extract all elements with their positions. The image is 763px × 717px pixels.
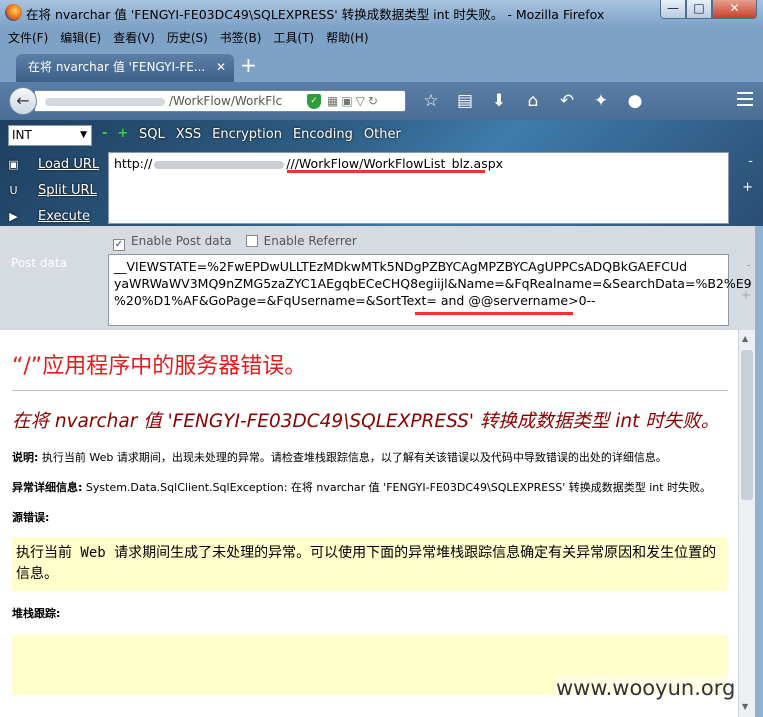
hackbar-panel: INT ▼ -+ SQL XSS Encryption Encoding Oth… (0, 120, 763, 226)
source-error-box: 执行当前 Web 请求期间生成了未处理的异常。可以使用下面的异常堆栈跟踪信息确定… (12, 537, 728, 591)
menu-bar: 文件(F) 编辑(E) 查看(V) 历史(S) 书签(B) 工具(T) 帮助(H… (0, 26, 763, 50)
description-row: 说明: 执行当前 Web 请求期间，出现未处理的异常。请检查堆栈跟踪信息，以了解… (12, 449, 738, 465)
menu-file[interactable]: 文件(F) (8, 26, 48, 50)
menu-help[interactable]: 帮助(H) (326, 26, 368, 50)
postdata-panel: ✓ Enable Post data Enable Referrer Post d… (0, 226, 763, 330)
tab-strip: 在将 nvarchar 值 'FENGYI-FE... ✕ + (0, 50, 763, 82)
minimize-button[interactable]: — (660, 0, 686, 19)
hackbar-select-value: INT (12, 128, 32, 142)
profile-icon[interactable]: ● (618, 90, 652, 112)
menu-edit[interactable]: 编辑(E) (60, 26, 101, 50)
new-tab-button[interactable]: + (240, 53, 257, 77)
tab-active[interactable]: 在将 nvarchar 值 'FENGYI-FE... ✕ (16, 54, 234, 82)
menu-view[interactable]: 查看(V) (113, 26, 155, 50)
download-icon[interactable]: ⬇ (482, 90, 516, 112)
error-message: 在将 nvarchar 值 'FENGYI-FE03DC49\SQLEXPRES… (12, 411, 720, 432)
url-prefix: http:// (114, 156, 153, 171)
load-url-icon: ▣ (8, 158, 19, 171)
firefox-logo-icon (5, 4, 22, 21)
source-error-label: 源错误: (12, 511, 50, 524)
shield-icon[interactable]: ✓ (307, 94, 321, 109)
hamburger-menu-icon[interactable] (737, 92, 753, 110)
star-icon[interactable]: ☆ (414, 90, 448, 112)
undo-icon[interactable]: ↶ (550, 90, 584, 112)
divider (12, 390, 728, 391)
back-button[interactable]: ← (9, 87, 37, 115)
url-bar[interactable]: /WorkFlow/WorkFlc ✓ ▦▣▽↻ (34, 90, 406, 112)
page-content: “/”应用程序中的服务器错误。 在将 nvarchar 值 'FENGYI-FE… (0, 330, 738, 717)
hackbar-menus: SQL XSS Encryption Encoding Other (139, 127, 412, 142)
split-url-icon: ᑌ (9, 184, 18, 197)
hackbar-menu-sql[interactable]: SQL (139, 127, 165, 142)
hackbar-type-select[interactable]: INT ▼ (8, 125, 92, 146)
execute-icon: ▶ (9, 210, 18, 223)
tab-label: 在将 nvarchar 值 'FENGYI-FE... (28, 60, 206, 74)
toolbar-icons: ☆ ▤ ⬇ ⌂ ↶ ✦ ● (414, 90, 652, 112)
chevron-down-icon: ▼ (80, 130, 87, 140)
maximize-button[interactable]: □ (686, 0, 712, 19)
split-url-label: Split URL (38, 183, 97, 198)
window-titlebar: 在将 nvarchar 值 'FENGYI-FE03DC49\SQLEXPRES… (0, 0, 763, 26)
exception-row: 异常详细信息: System.Data.SqlClient.SqlExcepti… (12, 479, 738, 495)
error-title: “/”应用程序中的服务器错误。 (12, 354, 307, 379)
navigation-bar: /WorkFlow/WorkFlc ✓ ▦▣▽↻ ← ☆ ▤ ⬇ ⌂ ↶ ✦ ● (0, 82, 763, 120)
back-arrow-icon: ← (16, 91, 30, 110)
stack-trace-label: 堆栈跟踪: (12, 607, 61, 620)
post-shrink-button[interactable]: - (747, 258, 751, 272)
enable-referrer-option[interactable]: Enable Referrer (245, 234, 357, 251)
window-controls: — □ ✕ (660, 0, 757, 19)
enable-post-option[interactable]: ✓ Enable Post data (113, 234, 232, 251)
payload-highlight-underline (415, 312, 573, 315)
menu-history[interactable]: 历史(S) (167, 26, 208, 50)
hackbar-menu-xss[interactable]: XSS (176, 127, 201, 142)
hackbar-menu-encryption[interactable]: Encryption (212, 127, 282, 142)
exception-label: 异常详细信息: (12, 481, 83, 494)
tab-close-icon[interactable]: ✕ (216, 54, 226, 81)
menu-bookmarks[interactable]: 书签(B) (220, 26, 262, 50)
enable-post-checkbox[interactable]: ✓ (113, 239, 125, 251)
addon-icon[interactable]: ✦ (584, 90, 618, 112)
post-data-label: Post data (11, 256, 67, 270)
menu-tools[interactable]: 工具(T) (273, 26, 314, 50)
enable-referrer-checkbox[interactable] (245, 235, 258, 247)
enable-referrer-label: Enable Referrer (263, 234, 357, 248)
url-shrink-button[interactable]: - (748, 154, 753, 169)
source-error-row: 源错误: (12, 509, 738, 525)
description-label: 说明: (12, 451, 39, 464)
url-tools-icon[interactable]: ▦▣▽↻ (327, 94, 381, 108)
page-scrollbar[interactable]: ▲ ▼ (738, 330, 755, 717)
description-text: 执行当前 Web 请求期间，出现未处理的异常。请检查堆栈跟踪信息，以了解有关该错… (38, 451, 667, 464)
window-frame-edge (755, 226, 763, 717)
post-line-2: yaWRWaWV3MQ9nZMG5zaZYC1AEgqbECeCHQ8egiij… (114, 276, 752, 291)
scroll-down-icon[interactable]: ▼ (742, 702, 748, 711)
reader-icon[interactable]: ▤ (448, 90, 482, 112)
hackbar-menu-other[interactable]: Other (364, 127, 401, 142)
close-window-button[interactable]: ✕ (712, 0, 757, 19)
hackbar-plus-minus-icon[interactable]: -+ (102, 126, 138, 141)
exception-text: System.Data.SqlClient.SqlException: 在将 n… (82, 481, 712, 494)
post-options: ✓ Enable Post data Enable Referrer (113, 234, 371, 251)
home-icon[interactable]: ⌂ (516, 90, 550, 112)
window-title: 在将 nvarchar 值 'FENGYI-FE03DC49\SQLEXPRES… (26, 7, 605, 22)
execute-label: Execute (38, 209, 90, 224)
enable-post-label: Enable Post data (131, 234, 232, 248)
url-grow-button[interactable]: + (742, 180, 753, 195)
url-path: ///WorkFlow/WorkFlowList_blz.aspx (286, 156, 504, 171)
url-highlight-underline (287, 170, 485, 173)
url-redacted-host (45, 98, 165, 106)
scrollbar-thumb[interactable] (741, 350, 753, 500)
url-text: /WorkFlow/WorkFlc (169, 94, 283, 108)
post-data-field[interactable]: __VIEWSTATE=%2FwEPDwULLTEzMDkwMTk5NDgPZB… (108, 254, 752, 326)
post-grow-button[interactable]: + (741, 288, 751, 302)
hackbar-url-field[interactable]: http:// ///WorkFlow/WorkFlowList_blz.aspx (108, 152, 729, 224)
scroll-up-icon[interactable]: ▲ (742, 334, 748, 343)
stack-trace-row: 堆栈跟踪: (12, 605, 738, 621)
url-redacted-host (154, 160, 285, 169)
load-url-label: Load URL (38, 157, 100, 172)
post-line-3: %20%D1%AF&GoPage=&FqUsername=&SortText= … (114, 293, 596, 308)
hackbar-menu-encoding[interactable]: Encoding (293, 127, 353, 142)
watermark: www.wooyun.org (556, 676, 736, 700)
post-line-1: __VIEWSTATE=%2FwEPDwULLTEzMDkwMTk5NDgPZB… (114, 259, 688, 274)
